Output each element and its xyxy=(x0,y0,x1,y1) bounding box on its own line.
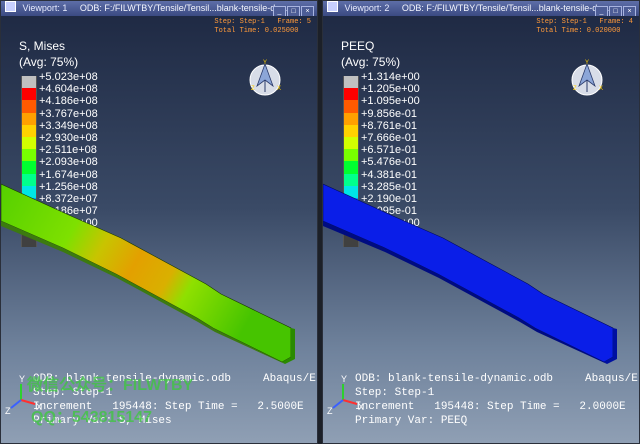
footer-primary-var: Primary Var: PEEQ xyxy=(355,415,468,427)
specimen-side-face xyxy=(323,221,607,364)
axis-z-label: Z xyxy=(327,406,333,414)
watermark-qq: QQ：543815147 xyxy=(31,409,152,426)
axis-y-label: Y xyxy=(341,374,347,384)
view-triad-icon[interactable]: Y Z X xyxy=(567,58,607,98)
viewport-title: Viewport: 1 xyxy=(22,3,68,13)
status-footer: ODB: blank-tensile-dynamic.odb Abaqus/E St… xyxy=(355,372,638,428)
close-button[interactable]: × xyxy=(623,6,636,16)
viewport-odb-path: ODB: F:/FILWTBY/Tensile/Tensil...blank-t… xyxy=(401,3,615,13)
watermark-wechat: 微信公众号：FILWTBY xyxy=(27,377,194,394)
triad-x-label: X xyxy=(599,86,603,92)
viewport-2[interactable]: Viewport: 2 ODB: F:/FILWTBY/Tensile/Tens… xyxy=(322,0,640,444)
footer-increment: Increment 195448: Step Time = 2.0000E xyxy=(355,401,626,413)
axis-y-label: Y xyxy=(19,374,25,384)
footer-solver: Abaqus/E xyxy=(263,373,316,385)
window-controls: _ □ × xyxy=(272,3,314,16)
viewport-2-titlebar[interactable]: Viewport: 2 ODB: F:/FILWTBY/Tensile/Tens… xyxy=(323,1,639,16)
viewport-2-canvas[interactable]: Step: Step-1 Frame: 4 Total Time: 0.02000… xyxy=(323,16,639,443)
footer-solver: Abaqus/E xyxy=(585,373,638,385)
view-triad-icon[interactable]: Y Z X xyxy=(245,58,285,98)
axis-z-label: Z xyxy=(5,406,11,414)
footer-step: Step: Step-1 xyxy=(355,387,435,399)
minimize-button[interactable]: _ xyxy=(273,6,286,16)
specimen-side-face xyxy=(1,221,285,364)
viewport-odb-path: ODB: F:/FILWTBY/Tensile/Tensil...blank-t… xyxy=(79,3,293,13)
viewport-1-canvas[interactable]: Step: Step-1 Frame: 5 Total Time: 0.02500… xyxy=(1,16,317,443)
viewport-1[interactable]: Viewport: 1 ODB: F:/FILWTBY/Tensile/Tens… xyxy=(0,0,318,444)
viewport-icon xyxy=(5,1,16,12)
maximize-button[interactable]: □ xyxy=(287,6,300,16)
maximize-button[interactable]: □ xyxy=(609,6,622,16)
triad-y-label: Y xyxy=(263,60,267,66)
specimen-top-face xyxy=(323,183,614,363)
triad-x-label: X xyxy=(277,86,281,92)
triad-z-label: Z xyxy=(573,86,577,92)
close-button[interactable]: × xyxy=(301,6,314,16)
abaqus-viewer: Viewport: 1 ODB: F:/FILWTBY/Tensile/Tens… xyxy=(0,0,640,444)
triad-z-label: Z xyxy=(251,86,255,92)
specimen-top-face xyxy=(1,183,292,363)
viewport-1-titlebar[interactable]: Viewport: 1 ODB: F:/FILWTBY/Tensile/Tens… xyxy=(1,1,317,16)
window-controls: _ □ × xyxy=(594,3,636,16)
viewport-title: Viewport: 2 xyxy=(344,3,390,13)
minimize-button[interactable]: _ xyxy=(595,6,608,16)
triad-y-label: Y xyxy=(585,60,589,66)
viewport-icon xyxy=(327,1,338,12)
